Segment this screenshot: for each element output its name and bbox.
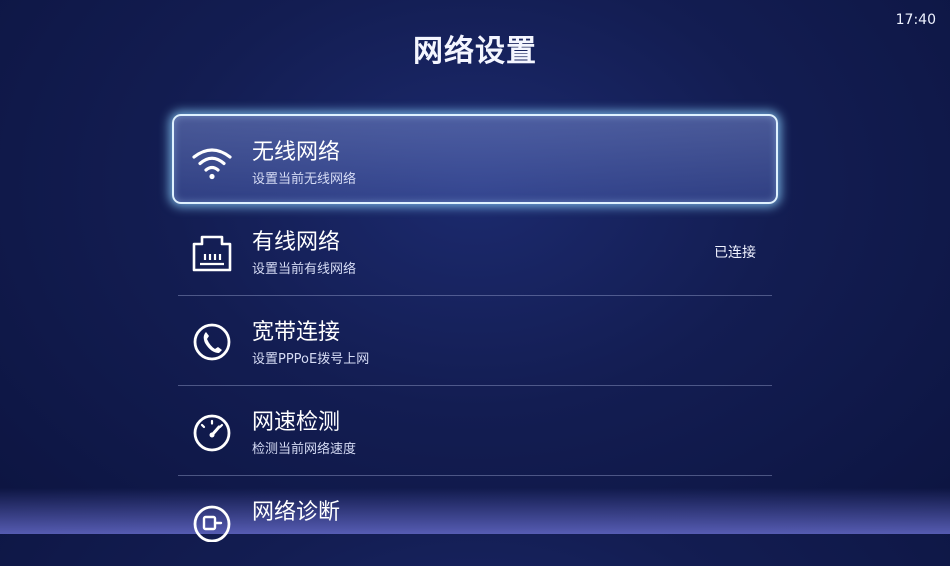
- menu-item-subtitle: 检测当前网络速度: [252, 442, 357, 457]
- divider: [178, 295, 772, 296]
- menu-item-title: 网速检测: [252, 410, 341, 435]
- menu-item-broadband[interactable]: 宽带连接 设置PPPoE拨号上网: [178, 296, 772, 386]
- menu-item-wireless[interactable]: 无线网络 设置当前无线网络: [172, 114, 778, 206]
- phone-icon: [190, 322, 234, 362]
- network-settings-menu: 无线网络 设置当前无线网络 有线网络 设置当前有线网络 已连接 宽带连接 设置P…: [172, 114, 778, 566]
- menu-item-title: 网络诊断: [252, 500, 341, 525]
- menu-item-wired[interactable]: 有线网络 设置当前有线网络 已连接: [178, 206, 772, 296]
- menu-item-speed-test[interactable]: 网速检测 检测当前网络速度: [178, 386, 772, 476]
- wifi-icon: [190, 142, 234, 182]
- menu-item-title: 宽带连接: [252, 320, 341, 345]
- menu-item-subtitle: 设置PPPoE拨号上网: [252, 352, 370, 367]
- menu-item-title: 无线网络: [252, 140, 341, 165]
- speedometer-icon: [190, 412, 234, 452]
- divider: [178, 385, 772, 386]
- ethernet-icon: [190, 232, 234, 272]
- divider: [178, 475, 772, 476]
- menu-item-subtitle: 设置当前有线网络: [252, 262, 357, 277]
- connection-status: 已连接: [714, 245, 756, 261]
- menu-item-diagnose[interactable]: 网络诊断: [178, 476, 772, 566]
- diagnose-icon: [190, 502, 234, 542]
- menu-item-subtitle: 设置当前无线网络: [252, 172, 357, 187]
- menu-item-title: 有线网络: [252, 230, 341, 255]
- page-title: 网络设置: [413, 34, 537, 69]
